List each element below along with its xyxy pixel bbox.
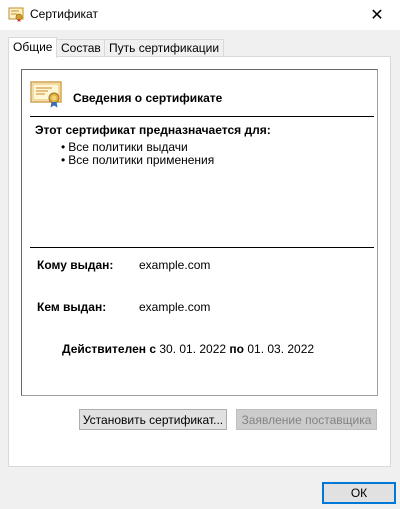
- issuer-statement-button[interactable]: Заявление поставщика: [236, 409, 377, 430]
- valid-from-value: 30. 01. 2022: [159, 342, 227, 356]
- issued-to-label: Кому выдан:: [37, 258, 114, 272]
- purpose-list: Все политики выдачи Все политики примене…: [61, 141, 214, 167]
- validity-line: Действителен с 30. 01. 2022 по 01. 03. 2…: [62, 342, 314, 356]
- issued-to-value: example.com: [139, 258, 211, 272]
- tab-certification-path[interactable]: Путь сертификации: [104, 39, 225, 57]
- purpose-heading: Этот сертификат предназначается для:: [35, 123, 271, 137]
- close-button[interactable]: ✕: [354, 0, 400, 30]
- ok-button[interactable]: ОК: [322, 482, 396, 504]
- valid-to-label: по: [229, 342, 244, 356]
- divider: [30, 116, 374, 117]
- valid-to-value: 01. 03. 2022: [247, 342, 315, 356]
- install-certificate-button[interactable]: Установить сертификат...: [79, 409, 227, 430]
- certificate-icon: [30, 81, 62, 108]
- title-bar: Сертификат ✕: [0, 0, 400, 30]
- header-title: Сведения о сертификате: [73, 91, 223, 105]
- divider: [30, 247, 374, 248]
- close-icon: ✕: [370, 7, 384, 24]
- valid-from-label: Действителен с: [62, 342, 156, 356]
- issued-by-label: Кем выдан:: [37, 300, 107, 314]
- tab-details[interactable]: Состав: [56, 39, 106, 57]
- certificate-icon: [8, 7, 24, 22]
- issued-by-value: example.com: [139, 300, 211, 314]
- window-title: Сертификат: [30, 7, 98, 21]
- tab-general[interactable]: Общие: [8, 37, 58, 58]
- list-item: Все политики применения: [61, 154, 214, 167]
